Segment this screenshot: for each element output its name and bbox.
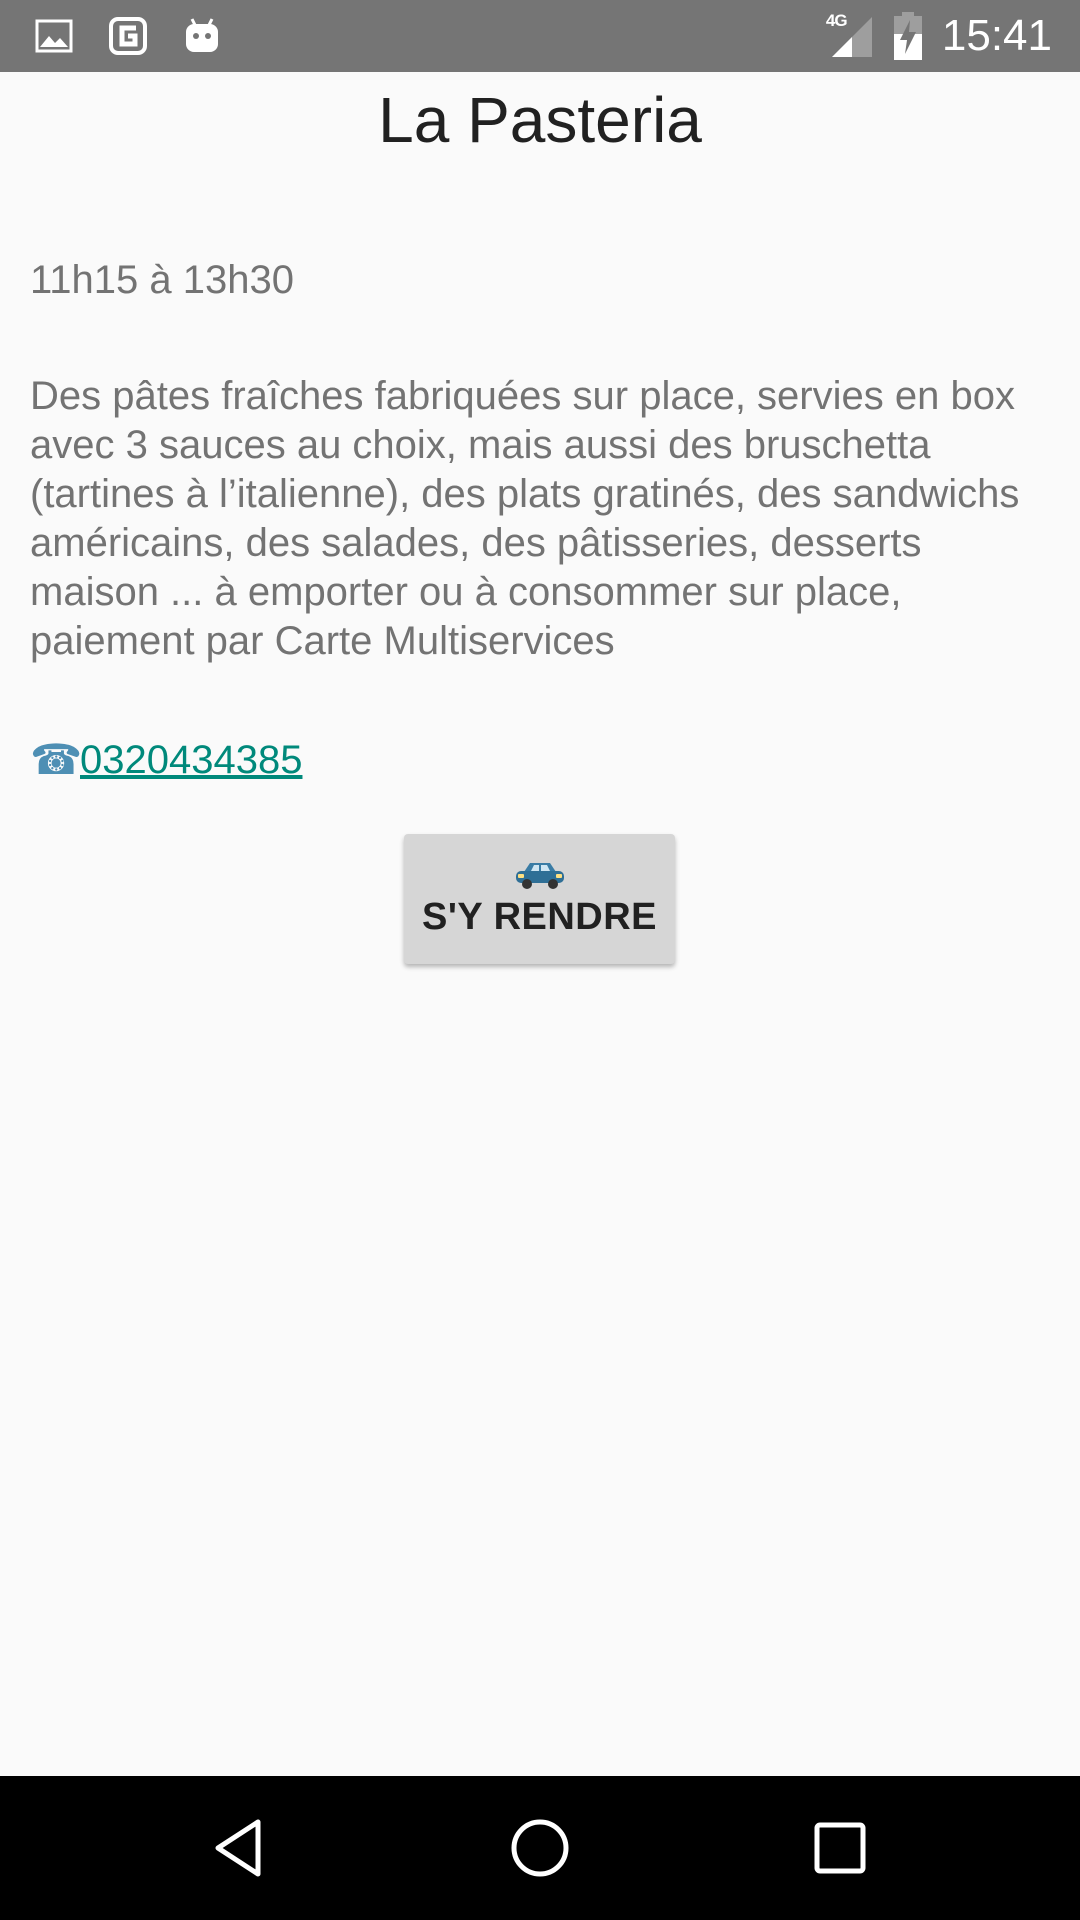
page-title: La Pasteria (378, 84, 702, 156)
clock: 15:41 (941, 11, 1052, 60)
navigation-bar (0, 1776, 1080, 1920)
car-icon (515, 862, 564, 889)
status-bar: 4G 15:41 (0, 0, 1080, 72)
notification-icons (34, 14, 222, 58)
g-app-icon (109, 17, 147, 55)
back-icon (215, 1819, 261, 1877)
recents-icon (814, 1822, 866, 1874)
android-icon (186, 18, 218, 52)
image-icon (35, 19, 73, 53)
telephone-icon: ☎ (30, 736, 83, 783)
signal-icon: 4G (826, 11, 874, 59)
battery-charging-icon (893, 12, 922, 60)
directions-button[interactable]: S'Y RENDRE (404, 834, 675, 964)
system-status: 4G 15:41 (826, 0, 1052, 72)
home-button[interactable] (504, 1812, 576, 1884)
phone-row: ☎ 0320434385 (30, 732, 302, 788)
restaurant-description: Des pâtes fraîches fabriquées sur place,… (30, 374, 1020, 663)
back-button[interactable] (204, 1812, 276, 1884)
phone-link[interactable]: 0320434385 (80, 732, 302, 788)
opening-hours: 11h15 à 13h30 (30, 258, 294, 302)
screen: 4G 15:41 La Pasteria 11h15 à 13h30 Des p… (0, 0, 1080, 1920)
directions-button-label: S'Y RENDRE (421, 895, 658, 938)
home-icon (511, 1819, 569, 1877)
recents-button[interactable] (804, 1812, 876, 1884)
